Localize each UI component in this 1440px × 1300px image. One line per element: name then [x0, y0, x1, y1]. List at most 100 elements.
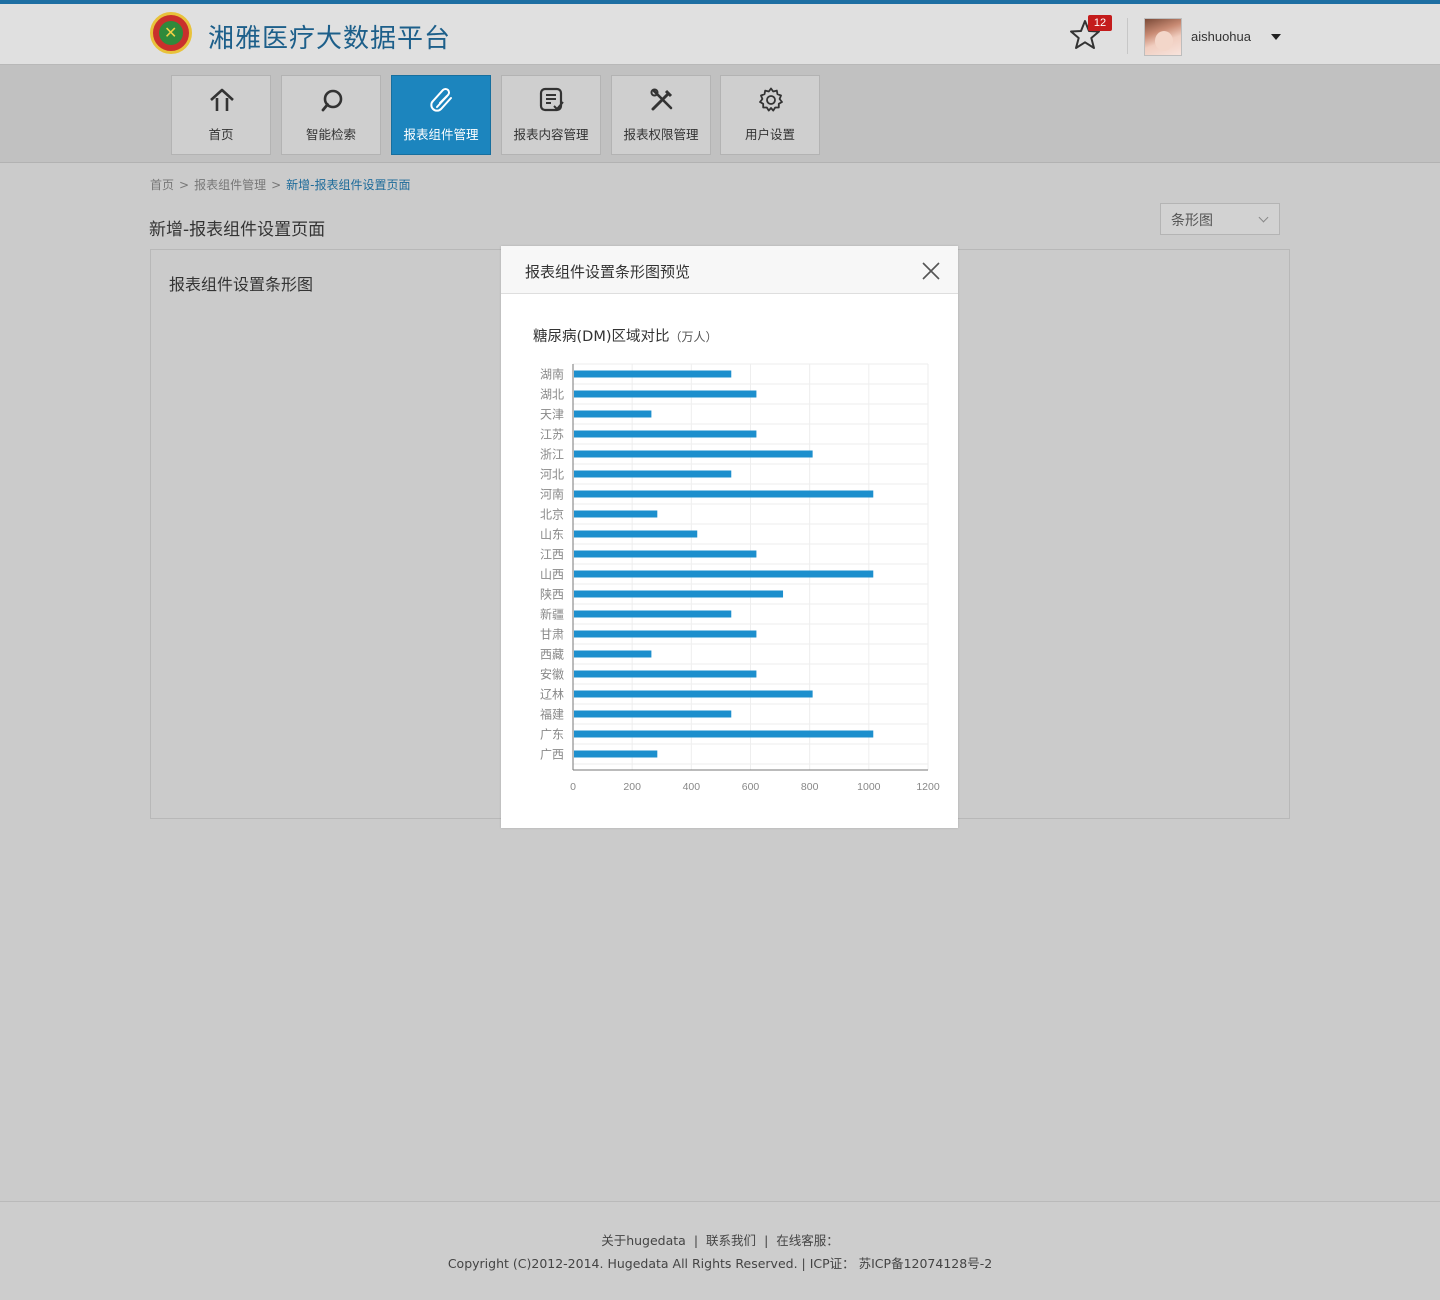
y-tick-label: 西藏 — [540, 648, 564, 662]
panel-title: 报表组件设置条形图 — [169, 275, 314, 294]
close-icon[interactable] — [919, 259, 943, 283]
bar — [574, 690, 813, 698]
logo-emblem: ✕ — [159, 21, 183, 45]
y-tick-label: 河北 — [540, 468, 564, 482]
nav-item-label: 用户设置 — [744, 127, 795, 142]
top-header: ✕ 湘雅医疗大数据平台 12 aishuohua — [0, 0, 1440, 65]
chart-type-select-value: 条形图 — [1171, 213, 1213, 229]
bar — [574, 610, 732, 618]
breadcrumb: 首页 > 报表组件管理 > 新增-报表组件设置页面 — [150, 176, 411, 193]
y-tick-label: 广东 — [540, 728, 564, 742]
x-tick-label: 1200 — [916, 781, 940, 793]
x-tick-label: 0 — [570, 781, 576, 793]
bar — [574, 670, 757, 678]
footer-link-support[interactable]: 在线客服： — [776, 1233, 839, 1248]
bar — [574, 750, 658, 758]
bar — [574, 430, 757, 438]
y-tick-label: 陕西 — [540, 587, 564, 602]
modal-title: 报表组件设置条形图预览 — [525, 263, 691, 281]
bar — [574, 530, 698, 538]
bar — [574, 450, 813, 458]
y-tick-label: 江西 — [540, 548, 564, 562]
chart-title-text: 糖尿病(DM)区域对比 — [533, 329, 670, 345]
y-tick-label: 天津 — [540, 408, 564, 422]
avatar-face — [1155, 31, 1173, 51]
gear-icon — [759, 87, 783, 112]
breadcrumb-home-link[interactable]: 首页 — [150, 178, 174, 192]
bar — [574, 470, 732, 478]
y-tick-label: 甘肃 — [540, 628, 564, 642]
footer-separator: | — [693, 1233, 699, 1248]
footer-separator: | — [764, 1233, 769, 1248]
breadcrumb-separator: > — [179, 178, 190, 192]
y-tick-label: 北京 — [540, 508, 564, 522]
bar-chart: 0 200 400 600 800 1000 1200 湖南湖北天津江苏浙江河北河南北京山东江… — [540, 363, 940, 793]
bar — [574, 390, 757, 398]
x-tick-label: 400 — [683, 781, 701, 793]
nav-item-label: 智能检索 — [305, 127, 356, 142]
modal-header: 报表组件设置条形图预览 — [501, 246, 958, 294]
chevron-down-icon — [1258, 212, 1269, 223]
search-icon — [321, 89, 343, 112]
bar — [574, 630, 757, 638]
logo[interactable]: ✕ — [150, 12, 192, 54]
x-tick-label: 1000 — [857, 781, 881, 793]
report-check-icon — [539, 87, 564, 112]
nav-item-label: 报表权限管理 — [623, 127, 699, 142]
chart-type-select[interactable]: 条形图 — [1160, 203, 1280, 235]
nav-item-content-management[interactable]: 报表内容管理 — [501, 75, 601, 155]
chart-unit: （万人） — [669, 330, 718, 344]
y-tick-label: 广西 — [540, 748, 564, 762]
x-tick-label: 800 — [801, 781, 819, 793]
y-tick-label: 山东 — [540, 528, 564, 542]
y-tick-label: 江苏 — [540, 428, 564, 442]
nav-item-search[interactable]: 智能检索 — [281, 75, 381, 155]
bar — [574, 550, 757, 558]
bar — [574, 510, 658, 518]
nav-item-component-management[interactable]: 报表组件管理 — [391, 75, 491, 155]
bar — [574, 590, 784, 598]
footer-copyright: Copyright (C)2012-2014. Hugedata All Rig… — [447, 1256, 993, 1271]
y-tick-label: 湖北 — [540, 387, 564, 402]
bar — [574, 490, 874, 498]
bar — [574, 410, 652, 418]
nav-item-permission-management[interactable]: 报表权限管理 — [611, 75, 711, 155]
y-tick-label: 河南 — [540, 487, 564, 502]
preview-modal: 报表组件设置条形图预览 糖尿病(DM)区域对比（万人） 0 200 400 600 80… — [501, 246, 958, 828]
nav-item-user-settings[interactable]: 用户设置 — [720, 75, 820, 155]
nav-item-label: 报表内容管理 — [513, 127, 589, 142]
bar — [574, 730, 874, 738]
username[interactable]: aishuohua — [1191, 29, 1251, 44]
footer: 关于hugedata | 联系我们 | 在线客服： Copyright (C)2012-… — [0, 1201, 1440, 1300]
header-divider — [1127, 18, 1128, 54]
y-tick-label: 新疆 — [540, 607, 564, 622]
paperclip-icon — [430, 87, 452, 112]
bar — [574, 650, 652, 658]
app-title: 湘雅医疗大数据平台 — [208, 24, 452, 54]
footer-links: 关于hugedata | 联系我们 | 在线客服： — [0, 1230, 1440, 1249]
x-tick-label: 200 — [623, 781, 641, 793]
bar — [574, 570, 874, 578]
main-nav: 首页 智能检索 报表组件管理 报表内容管理 报表权限管理 用户设置 — [0, 65, 1440, 163]
bar — [574, 370, 732, 378]
breadcrumb-current: 新增-报表组件设置页面 — [286, 178, 411, 192]
y-tick-label: 辽林 — [540, 688, 564, 702]
chart-title: 糖尿病(DM)区域对比（万人） — [533, 325, 718, 346]
nav-item-label: 首页 — [208, 127, 234, 142]
y-tick-label: 安徽 — [540, 667, 564, 682]
nav-item-label: 报表组件管理 — [403, 127, 479, 142]
footer-link-contact[interactable]: 联系我们 — [706, 1233, 756, 1248]
tools-icon — [650, 88, 673, 111]
footer-link-about[interactable]: 关于hugedata — [601, 1233, 686, 1248]
user-menu-caret-icon[interactable] — [1271, 34, 1281, 40]
y-tick-label: 福建 — [540, 707, 564, 722]
notification-badge: 12 — [1088, 15, 1112, 31]
home-icon — [210, 88, 234, 111]
breadcrumb-separator: > — [271, 178, 282, 192]
breadcrumb-component-link[interactable]: 报表组件管理 — [194, 178, 266, 192]
nav-item-home[interactable]: 首页 — [171, 75, 271, 155]
x-tick-label: 600 — [742, 781, 760, 793]
y-tick-label: 山西 — [540, 568, 564, 582]
avatar[interactable] — [1144, 18, 1182, 56]
bar — [574, 710, 732, 718]
